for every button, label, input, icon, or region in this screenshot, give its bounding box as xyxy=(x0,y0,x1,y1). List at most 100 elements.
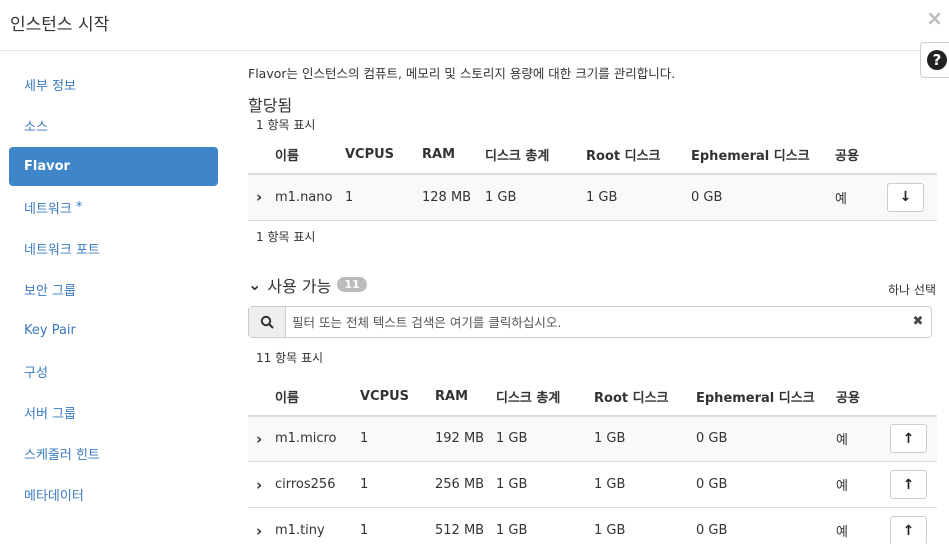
step-description: Flavor는 인스턴스의 컴퓨트, 메모리 및 스토리지 용량에 대한 크기를… xyxy=(248,66,676,81)
filter-input[interactable]: 필터 또는 전체 텍스트 검색은 여기를 클릭하십시오. xyxy=(286,307,905,337)
flavor-name: m1.tiny xyxy=(275,507,360,544)
sidebar-item-label: Flavor xyxy=(24,159,70,174)
table-row: › cirros256 1 256 MB 1 GB 1 GB 0 GB 예 ↑ xyxy=(248,461,937,508)
clear-filter-icon[interactable]: ✖ xyxy=(905,307,931,337)
flavor-disk: 1 GB xyxy=(485,174,586,221)
column-header-disk[interactable]: 디스크 총계 xyxy=(485,136,586,175)
sidebar-item-label: 네트워크 xyxy=(24,202,72,217)
close-icon[interactable]: × xyxy=(926,6,943,30)
arrow-up-icon: ↑ xyxy=(902,476,915,493)
search-icon xyxy=(249,306,286,337)
arrow-up-icon: ↑ xyxy=(902,430,915,447)
column-header-vcpus[interactable]: VCPUS xyxy=(360,377,435,417)
select-one-hint: 하나 선택 xyxy=(888,282,936,297)
sidebar-item-label: 서버 그룹 xyxy=(24,407,76,422)
arrow-up-icon: ↑ xyxy=(902,522,915,539)
sidebar-item-label: 소스 xyxy=(24,120,48,135)
required-marker: * xyxy=(75,200,83,215)
flavor-ephemeral-disk: 0 GB xyxy=(696,461,836,508)
sidebar-item-server-groups[interactable]: 서버 그룹 xyxy=(9,392,218,433)
column-header-public[interactable]: 공용 xyxy=(836,377,890,417)
flavor-public: 예 xyxy=(835,174,887,221)
allocated-count-top: 1 항목 표시 xyxy=(256,118,316,132)
chevron-down-icon: ⌄ xyxy=(248,275,262,294)
sidebar-item-networks[interactable]: 네트워크 * xyxy=(9,187,218,228)
flavor-vcpus: 1 xyxy=(360,507,435,544)
flavor-disk: 1 GB xyxy=(496,507,594,544)
sidebar-item-network-ports[interactable]: 네트워크 포트 xyxy=(9,228,218,269)
allocate-button[interactable]: ↑ xyxy=(890,470,927,499)
table-row: › m1.micro 1 192 MB 1 GB 1 GB 0 GB 예 ↑ xyxy=(248,415,937,462)
flavor-public: 예 xyxy=(836,415,890,462)
sidebar-item-metadata[interactable]: 메타데이터 xyxy=(9,474,218,515)
column-header-ephemeral-disk[interactable]: Ephemeral 디스크 xyxy=(691,136,835,175)
available-header: ⌄ 사용 가능 11 하나 선택 xyxy=(248,261,938,301)
allocated-table: 이름 VCPUS RAM 디스크 총계 Root 디스크 Ephemeral 디… xyxy=(248,136,937,221)
flavor-root-disk: 1 GB xyxy=(594,461,696,508)
table-header-row: 이름 VCPUS RAM 디스크 총계 Root 디스크 Ephemeral 디… xyxy=(248,136,937,175)
column-header-vcpus[interactable]: VCPUS xyxy=(345,136,422,175)
flavor-name: m1.micro xyxy=(275,415,360,462)
flavor-vcpus: 1 xyxy=(360,461,435,508)
table-header-row: 이름 VCPUS RAM 디스크 총계 Root 디스크 Ephemeral 디… xyxy=(248,377,937,417)
flavor-root-disk: 1 GB xyxy=(586,174,691,221)
sidebar-item-label: 구성 xyxy=(24,366,48,381)
sidebar-item-details[interactable]: 세부 정보 xyxy=(9,64,218,105)
sidebar-item-label: 세부 정보 xyxy=(24,79,76,94)
sidebar-item-label: 스케줄러 힌트 xyxy=(24,448,100,463)
flavor-disk: 1 GB xyxy=(496,461,594,508)
sidebar-item-label: 메타데이터 xyxy=(24,489,84,504)
allocated-count-bottom: 1 항목 표시 xyxy=(256,229,316,244)
table-row: › m1.nano 1 128 MB 1 GB 1 GB 0 GB 예 ↓ xyxy=(248,174,937,221)
sidebar-item-security-groups[interactable]: 보안 그룹 xyxy=(9,269,218,310)
flavor-public: 예 xyxy=(836,461,890,508)
flavor-root-disk: 1 GB xyxy=(594,507,696,544)
flavor-vcpus: 1 xyxy=(360,415,435,462)
column-header-ephemeral-disk[interactable]: Ephemeral 디스크 xyxy=(696,377,836,417)
sidebar-item-key-pair[interactable]: Key Pair xyxy=(9,310,218,351)
flavor-disk: 1 GB xyxy=(496,415,594,462)
column-header-public[interactable]: 공용 xyxy=(835,136,887,175)
expand-chevron-icon[interactable]: › xyxy=(248,174,275,221)
allocate-button[interactable]: ↑ xyxy=(890,516,927,544)
column-header-root-disk[interactable]: Root 디스크 xyxy=(594,377,696,417)
sidebar-item-scheduler-hints[interactable]: 스케줄러 힌트 xyxy=(9,433,218,474)
column-header-root-disk[interactable]: Root 디스크 xyxy=(586,136,691,175)
sidebar-item-label: 보안 그룹 xyxy=(24,284,76,299)
expand-chevron-icon[interactable]: › xyxy=(248,415,275,462)
column-header-disk[interactable]: 디스크 총계 xyxy=(496,377,594,417)
available-toggle[interactable]: ⌄ 사용 가능 11 xyxy=(248,273,367,297)
sidebar-item-flavor[interactable]: Flavor xyxy=(9,147,218,186)
column-header-ram[interactable]: RAM xyxy=(435,377,496,417)
available-table: 이름 VCPUS RAM 디스크 총계 Root 디스크 Ephemeral 디… xyxy=(248,377,937,544)
expand-chevron-icon[interactable]: › xyxy=(248,507,275,544)
flavor-step-content: Flavor는 인스턴스의 컴퓨트, 메모리 및 스토리지 용량에 대한 크기를… xyxy=(248,64,938,544)
sidebar-item-configuration[interactable]: 구성 xyxy=(9,351,218,392)
expand-chevron-icon[interactable]: › xyxy=(248,461,275,508)
allocate-button[interactable]: ↑ xyxy=(890,424,927,454)
column-header-name[interactable]: 이름 xyxy=(275,377,360,417)
sidebar-item-source[interactable]: 소스 xyxy=(9,105,218,146)
flavor-ram: 256 MB xyxy=(435,461,496,508)
modal-header: 인스턴스 시작 × xyxy=(0,0,949,51)
flavor-name: m1.nano xyxy=(275,174,345,221)
filter-bar: 필터 또는 전체 텍스트 검색은 여기를 클릭하십시오. ✖ xyxy=(248,305,932,338)
available-count-badge: 11 xyxy=(337,277,367,292)
sidebar-item-label: Key Pair xyxy=(24,323,76,338)
modal-title: 인스턴스 시작 xyxy=(10,15,110,35)
flavor-vcpus: 1 xyxy=(345,174,422,221)
allocated-title: 할당됨 xyxy=(248,96,293,115)
available-title: 사용 가능 xyxy=(267,276,332,296)
flavor-ephemeral-disk: 0 GB xyxy=(696,507,836,544)
available-count: 11 항목 표시 xyxy=(256,350,324,365)
flavor-ephemeral-disk: 0 GB xyxy=(696,415,836,462)
flavor-ram: 192 MB xyxy=(435,415,496,462)
table-row: › m1.tiny 1 512 MB 1 GB 1 GB 0 GB 예 ↑ xyxy=(248,507,937,544)
column-header-ram[interactable]: RAM xyxy=(422,136,485,175)
column-header-name[interactable]: 이름 xyxy=(275,136,345,175)
flavor-root-disk: 1 GB xyxy=(594,415,696,462)
deallocate-button[interactable]: ↓ xyxy=(887,182,924,212)
arrow-down-icon: ↓ xyxy=(899,189,912,206)
flavor-ram: 512 MB xyxy=(435,507,496,544)
wizard-sidebar: 세부 정보 소스 Flavor 네트워크 * 네트워크 포트 보안 그룹 Key … xyxy=(9,64,218,515)
